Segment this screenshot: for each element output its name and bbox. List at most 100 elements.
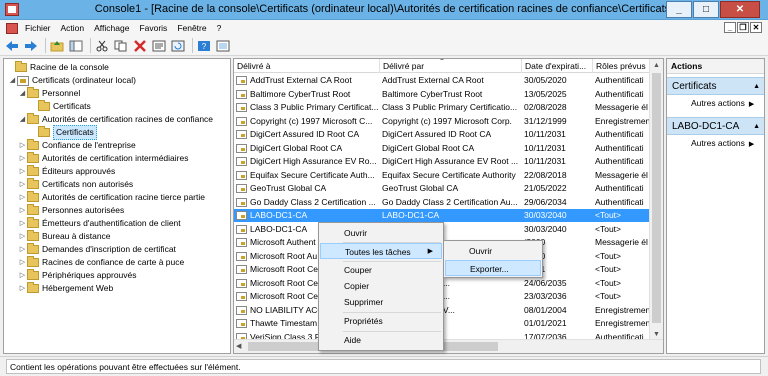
menu-action[interactable]: Action	[56, 23, 90, 33]
collapse-icon[interactable]: ▲	[753, 118, 760, 134]
column-header-expiration[interactable]: Date d'expirati...	[522, 59, 593, 73]
mdi-close-button[interactable]: ✕	[750, 22, 762, 33]
collapsed-arrow-icon[interactable]: ▷	[18, 191, 27, 204]
collapsed-arrow-icon[interactable]: ▷	[18, 243, 27, 256]
certificate-cell: DigiCert Assured ID Root CA	[234, 128, 380, 141]
certificate-row[interactable]: Baltimore CyberTrust Root Baltimore Cyber…	[234, 88, 651, 101]
certificate-cell: <Tout>	[595, 291, 621, 301]
tree-item-smart-card-roots[interactable]: ▷ Racines de confiance de carte à puce	[18, 256, 184, 269]
up-folder-icon[interactable]	[49, 38, 65, 54]
tree-item-intermediate-ca[interactable]: ▷ Autorités de certification intermédiair…	[18, 152, 188, 165]
collapsed-arrow-icon[interactable]: ▷	[18, 178, 27, 191]
mdi-minimize-button[interactable]: _	[724, 22, 736, 33]
cut-icon[interactable]	[94, 38, 110, 54]
certificate-cell: GeoTrust Global CA	[234, 182, 380, 195]
certificate-row[interactable]: Copyright (c) 1997 Microsoft C... Copyrig…	[234, 115, 651, 128]
tree-item-web-hosting[interactable]: ▷ Hébergement Web	[18, 282, 113, 295]
back-arrow-icon[interactable]	[4, 38, 20, 54]
expand-arrow-icon[interactable]: ◢	[8, 74, 17, 87]
tree-item-third-party-root-ca[interactable]: ▷ Autorités de certification racine tierc…	[18, 191, 205, 204]
ctx-open[interactable]: Ouvrir	[320, 225, 442, 241]
copy-icon[interactable]	[113, 38, 129, 54]
tree-item-remote-desktop[interactable]: ▷ Bureau à distance	[18, 230, 111, 243]
column-header-intended-purposes[interactable]: Rôles prévus	[593, 59, 651, 73]
column-header-issued-by[interactable]: Délivré par	[380, 59, 522, 73]
ctx-help[interactable]: Aide	[320, 332, 442, 348]
tree-item-trusted-people[interactable]: ▷ Personnes autorisées	[18, 204, 124, 217]
scrollbar-thumb[interactable]	[652, 73, 661, 323]
certificate-row[interactable]: Class 3 Public Primary Certificat... Clas…	[234, 101, 651, 114]
scroll-left-arrow-icon[interactable]: ◀	[236, 340, 241, 353]
mdi-restore-button[interactable]: ❐	[737, 22, 749, 33]
tree-item-enterprise-trust[interactable]: ▷ Confiance de l'entreprise	[18, 139, 136, 152]
tree-item-trusted-publishers[interactable]: ▷ Éditeurs approuvés	[18, 165, 115, 178]
collapsed-arrow-icon[interactable]: ▷	[18, 217, 27, 230]
certificate-row[interactable]: LABO-DC1-CA LABO-DC1-CA 30/03/2040 <Tout>	[234, 209, 651, 222]
tree-item-trusted-devices[interactable]: ▷ Périphériques approuvés	[18, 269, 137, 282]
menu-fichier[interactable]: Fichier	[20, 23, 56, 33]
close-button[interactable]: ✕	[720, 1, 760, 18]
help-icon[interactable]: ?	[196, 38, 212, 54]
ctx-cut[interactable]: Couper	[320, 262, 442, 278]
certificate-row[interactable]: DigiCert Global Root CA DigiCert Global R…	[234, 142, 651, 155]
mdi-console-icon[interactable]	[6, 22, 18, 34]
tree-item-personnel-certificats[interactable]: Certificats	[38, 100, 91, 113]
delete-icon[interactable]	[132, 38, 148, 54]
ctx-delete[interactable]: Supprimer	[320, 294, 442, 310]
horizontal-scrollbar[interactable]: ◀	[234, 339, 663, 353]
submenu-open[interactable]: Ouvrir	[445, 243, 541, 259]
certificate-row[interactable]: DigiCert Assured ID Root CA DigiCert Assu…	[234, 128, 651, 141]
show-tree-icon[interactable]	[68, 38, 84, 54]
tree-item-local-certificates[interactable]: ◢ Certificats (ordinateur local)	[8, 74, 136, 87]
scroll-up-arrow-icon[interactable]: ▲	[650, 59, 663, 72]
actions-section-certificats[interactable]: Certificats ▲	[667, 77, 764, 95]
certificate-cell: Messagerie él	[595, 169, 648, 180]
minimize-button[interactable]: _	[666, 1, 692, 18]
collapsed-arrow-icon[interactable]: ▷	[18, 204, 27, 217]
tree-item-trusted-root-ca[interactable]: ◢ Autorités de certification racines de c…	[18, 113, 213, 126]
collapsed-arrow-icon[interactable]: ▷	[18, 269, 27, 282]
actions-more-certificats[interactable]: Autres actions ▶	[667, 95, 764, 111]
properties-icon[interactable]	[151, 38, 167, 54]
collapsed-arrow-icon[interactable]: ▷	[18, 256, 27, 269]
tree-item-personnel[interactable]: ◢ Personnel	[18, 87, 80, 100]
menu-favoris[interactable]: Favoris	[134, 23, 172, 33]
certificate-row[interactable]: AddTrust External CA Root AddTrust Extern…	[234, 74, 651, 87]
toolbar: ?	[0, 36, 768, 56]
collapsed-arrow-icon[interactable]: ▷	[18, 165, 27, 178]
forward-arrow-icon[interactable]	[23, 38, 39, 54]
refresh-icon[interactable]	[170, 38, 186, 54]
column-header-issued-to[interactable]: Délivré à	[234, 59, 380, 73]
certificate-row[interactable]: GeoTrust Global CA GeoTrust Global CA 21/0…	[234, 182, 651, 195]
menu-affichage[interactable]: Affichage	[89, 23, 134, 33]
folder-icon	[38, 126, 50, 137]
certificate-row[interactable]: Go Daddy Class 2 Certification ... Go Dad…	[234, 196, 651, 209]
export-list-icon[interactable]	[215, 38, 231, 54]
collapse-icon[interactable]: ▲	[753, 78, 760, 94]
ctx-all-tasks[interactable]: Toutes les tâches ▶	[320, 243, 442, 259]
collapsed-arrow-icon[interactable]: ▷	[18, 282, 27, 295]
actions-more-labo-dc1-ca[interactable]: Autres actions ▶	[667, 135, 764, 151]
collapsed-arrow-icon[interactable]: ▷	[18, 152, 27, 165]
certificate-icon	[236, 238, 247, 247]
maximize-button[interactable]: □	[693, 1, 719, 18]
certificate-row[interactable]: Equifax Secure Certificate Auth... Equifa…	[234, 169, 651, 182]
expand-arrow-icon[interactable]: ◢	[18, 113, 27, 126]
tree-item-trusted-root-certificats[interactable]: Certificats	[38, 125, 97, 140]
ctx-copy[interactable]: Copier	[320, 278, 442, 294]
collapsed-arrow-icon[interactable]: ▷	[18, 230, 27, 243]
actions-section-labo-dc1-ca[interactable]: LABO-DC1-CA ▲	[667, 117, 764, 135]
tree-item-untrusted-certificates[interactable]: ▷ Certificats non autorisés	[18, 178, 133, 191]
collapsed-arrow-icon[interactable]: ▷	[18, 139, 27, 152]
menu-fenetre[interactable]: Fenêtre	[172, 23, 211, 33]
vertical-scrollbar[interactable]: ▲ ▼	[649, 59, 663, 341]
tree-item-console-root[interactable]: Racine de la console	[6, 61, 109, 74]
menu-help[interactable]: ?	[212, 23, 227, 33]
certificate-cell: 31/12/1999	[524, 115, 567, 126]
ctx-properties[interactable]: Propriétés	[320, 313, 442, 329]
certificate-row[interactable]: DigiCert High Assurance EV Ro... DigiCert…	[234, 155, 651, 168]
submenu-export[interactable]: Exporter...	[445, 260, 541, 276]
tree-item-enrollment-requests[interactable]: ▷ Demandes d'inscription de certificat	[18, 243, 176, 256]
expand-arrow-icon[interactable]: ◢	[18, 87, 27, 100]
tree-item-client-auth-issuers[interactable]: ▷ Émetteurs d'authentification de client	[18, 217, 181, 230]
